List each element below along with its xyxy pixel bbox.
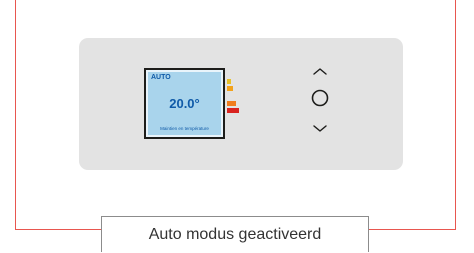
- energy-level-indicator: [227, 79, 241, 119]
- temperature-readout: 20.0°: [169, 96, 200, 111]
- thermostat-display: AUTO 20.0° Maintien en température: [144, 68, 225, 139]
- decrease-button[interactable]: [306, 122, 334, 136]
- energy-bar-2: [227, 86, 233, 91]
- caption-label: Auto modus geactiveerd: [101, 216, 369, 252]
- thermostat-controls: [306, 64, 334, 138]
- chevron-up-icon: [313, 68, 327, 75]
- increase-button[interactable]: [306, 64, 334, 78]
- energy-bar-1: [227, 79, 231, 84]
- energy-bar-3: [227, 101, 236, 106]
- status-text: Maintien en température: [160, 126, 209, 131]
- mode-label: AUTO: [151, 74, 171, 81]
- select-button[interactable]: [306, 86, 334, 110]
- circle-button-icon: [311, 89, 329, 107]
- thermostat-panel: AUTO 20.0° Maintien en température: [79, 38, 403, 170]
- chevron-down-icon: [313, 125, 327, 132]
- energy-bar-4: [227, 108, 239, 113]
